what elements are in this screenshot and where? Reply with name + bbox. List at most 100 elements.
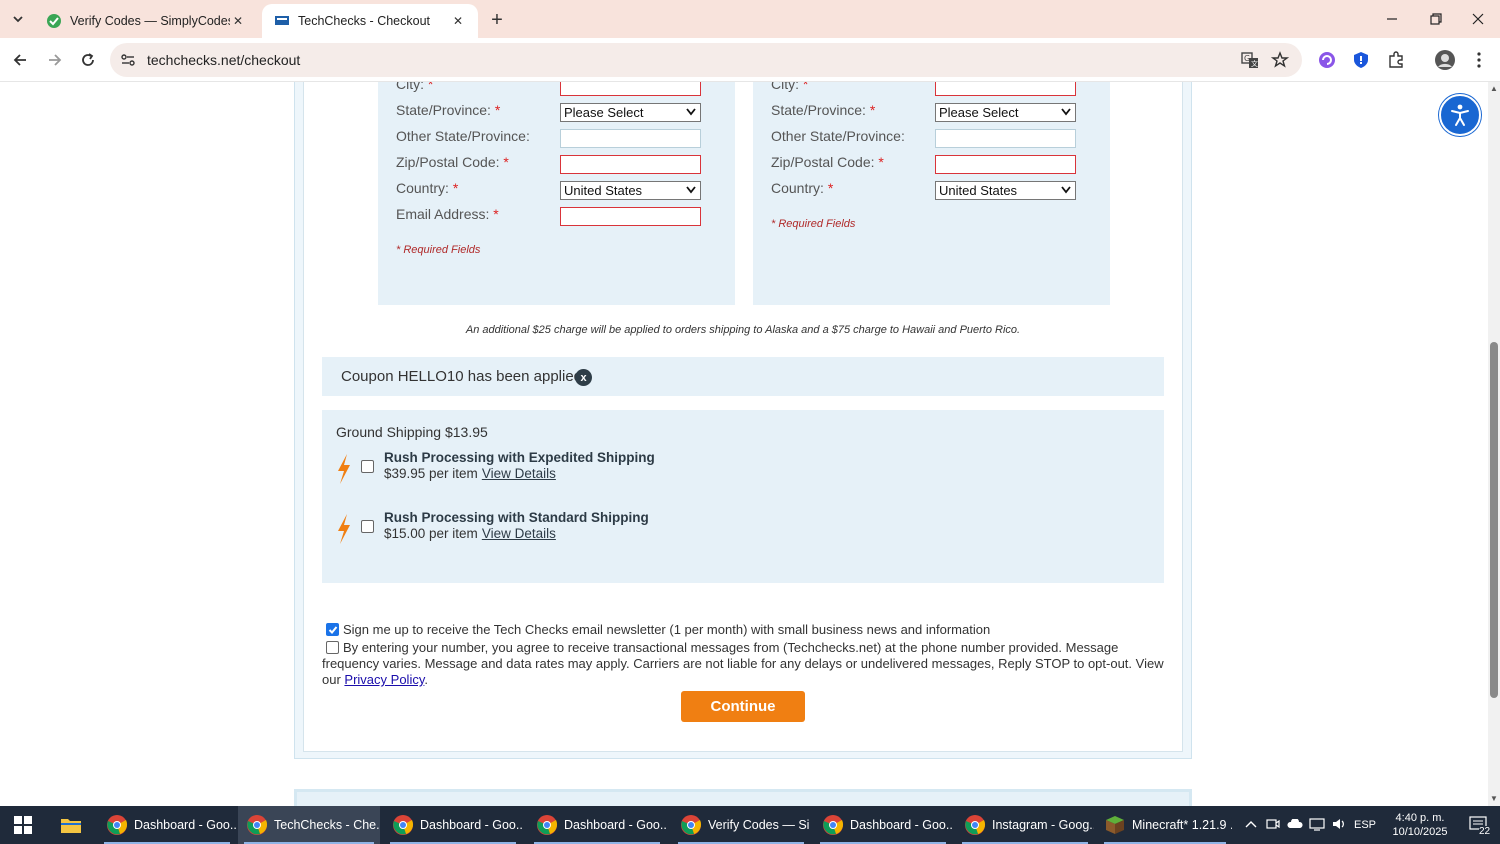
- taskbar-item-label: Dashboard - Goo...: [850, 818, 952, 832]
- taskbar-item-instagram[interactable]: Instagram - Goog...: [956, 806, 1094, 844]
- shipping-surcharge-note: An additional $25 charge will be applied…: [465, 324, 1021, 336]
- state-select[interactable]: Please Select: [560, 103, 701, 122]
- taskbar-item-dashboard-4[interactable]: Dashboard - Goo...: [814, 806, 952, 844]
- zip-input[interactable]: [560, 155, 701, 174]
- coupon-text: Coupon HELLO10 has been applied: [341, 368, 583, 385]
- other-state-input[interactable]: [935, 129, 1076, 148]
- chrome-icon: [823, 815, 844, 835]
- select-value: Please Select: [564, 105, 644, 120]
- site-settings-icon[interactable]: [120, 52, 136, 71]
- new-tab-button[interactable]: +: [484, 8, 510, 32]
- view-details-link[interactable]: View Details: [482, 466, 556, 481]
- reload-button[interactable]: [74, 46, 102, 74]
- privacy-policy-link[interactable]: Privacy Policy: [344, 672, 424, 687]
- city-input[interactable]: [560, 82, 701, 96]
- taskbar-item-verify-codes[interactable]: Verify Codes — Si...: [672, 806, 810, 844]
- country-select[interactable]: United States: [935, 181, 1076, 200]
- restore-button[interactable]: [1414, 0, 1458, 38]
- taskbar-item-minecraft[interactable]: Minecraft* 1.21.9 ...: [1098, 806, 1232, 844]
- zip-label: Zip/Postal Code: *: [771, 154, 884, 170]
- label-text: City:: [771, 82, 799, 92]
- email-input[interactable]: [560, 207, 701, 226]
- network-icon[interactable]: [1306, 817, 1328, 834]
- continue-button[interactable]: Continue: [681, 691, 805, 722]
- scrollbar-thumb[interactable]: [1490, 342, 1498, 698]
- forward-button[interactable]: [41, 46, 69, 74]
- chevron-down-icon: [686, 186, 696, 194]
- label-text: Country:: [771, 180, 824, 196]
- back-button[interactable]: [6, 46, 34, 74]
- taskbar-item-dashboard-3[interactable]: Dashboard - Goo...: [528, 806, 666, 844]
- bookmark-star-icon[interactable]: [1270, 50, 1290, 70]
- volume-icon[interactable]: [1328, 817, 1350, 834]
- other-state-label: Other State/Province:: [396, 128, 530, 144]
- scroll-up-arrow-icon[interactable]: ▲: [1489, 84, 1499, 94]
- extension-purple-icon[interactable]: [1316, 49, 1338, 71]
- chevron-down-icon: [686, 108, 696, 116]
- extensions-puzzle-icon[interactable]: [1385, 49, 1407, 71]
- close-icon[interactable]: ✕: [230, 13, 246, 29]
- extension-shield-icon[interactable]: [1350, 49, 1372, 71]
- svg-text:文: 文: [1251, 59, 1258, 68]
- other-state-input[interactable]: [560, 129, 701, 148]
- required-asterisk: *: [869, 102, 876, 118]
- file-explorer-button[interactable]: [54, 806, 88, 844]
- shipping-address-panel: City: * State/Province: * Please Select …: [753, 82, 1110, 305]
- label-text: Email Address:: [396, 206, 490, 222]
- sms-consent-checkbox[interactable]: [326, 641, 339, 654]
- profile-avatar[interactable]: [1434, 49, 1456, 71]
- close-icon[interactable]: ✕: [450, 13, 466, 29]
- state-select[interactable]: Please Select: [935, 103, 1076, 122]
- newsletter-checkbox[interactable]: [326, 623, 339, 636]
- other-state-label: Other State/Province:: [771, 128, 905, 144]
- rush-standard-checkbox[interactable]: [361, 520, 374, 533]
- meet-now-icon[interactable]: [1262, 817, 1284, 834]
- city-input[interactable]: [935, 82, 1076, 96]
- chevron-up-icon[interactable]: [1240, 819, 1262, 831]
- accessibility-button[interactable]: [1439, 94, 1481, 136]
- taskbar-item-label: Minecraft* 1.21.9 ...: [1132, 818, 1232, 832]
- label-text: Zip/Postal Code:: [771, 154, 875, 170]
- required-asterisk: *: [493, 206, 499, 222]
- chrome-icon: [393, 815, 414, 835]
- taskbar-item-label: Verify Codes — Si...: [708, 818, 810, 832]
- label-text: Zip/Postal Code:: [396, 154, 500, 170]
- price-text: $15.00 per item: [384, 526, 478, 541]
- tab-techchecks[interactable]: TechChecks - Checkout ✕: [262, 4, 478, 38]
- taskbar-item-dashboard-1[interactable]: Dashboard - Goo...: [98, 806, 236, 844]
- translate-icon[interactable]: G文: [1240, 50, 1260, 70]
- country-select[interactable]: United States: [560, 181, 701, 200]
- newsletter-text: Sign me up to receive the Tech Checks em…: [343, 622, 991, 637]
- clock[interactable]: 4:40 p. m. 10/10/2025: [1380, 811, 1460, 839]
- rush-expedited-checkbox[interactable]: [361, 460, 374, 473]
- page-scrollbar[interactable]: ▲ ▼: [1488, 82, 1500, 806]
- browser-toolbar: techchecks.net/checkout G文: [0, 38, 1500, 82]
- required-fields-note: * Required Fields: [771, 218, 856, 230]
- tab-simplycodes[interactable]: Verify Codes — SimplyCodes ✕: [34, 4, 258, 38]
- scroll-down-arrow-icon[interactable]: ▼: [1489, 794, 1499, 804]
- label-text: Country:: [396, 180, 449, 196]
- arrow-left-icon: [13, 54, 26, 66]
- start-button[interactable]: [6, 806, 40, 844]
- remove-coupon-button[interactable]: x: [575, 369, 592, 386]
- zip-input[interactable]: [935, 155, 1076, 174]
- notification-count: 22: [1479, 825, 1491, 837]
- minimize-button[interactable]: [1370, 0, 1414, 38]
- windows-taskbar: Dashboard - Goo... TechChecks - Che... D…: [0, 806, 1500, 844]
- ground-shipping-price: Ground Shipping $13.95: [336, 424, 488, 440]
- window-close-button[interactable]: [1456, 0, 1500, 38]
- language-indicator[interactable]: ESP: [1350, 819, 1380, 831]
- browser-menu-icon[interactable]: [1468, 49, 1490, 71]
- taskbar-item-label: Dashboard - Goo...: [564, 818, 666, 832]
- tab-search-button[interactable]: [6, 8, 30, 30]
- notifications-button[interactable]: 22: [1460, 815, 1496, 837]
- address-bar[interactable]: techchecks.net/checkout G文: [110, 43, 1302, 77]
- country-label: Country: *: [771, 180, 833, 196]
- consent-text: By entering your number, you agree to re…: [322, 640, 1164, 687]
- taskbar-item-techchecks[interactable]: TechChecks - Che...: [238, 806, 380, 844]
- view-details-link[interactable]: View Details: [482, 526, 556, 541]
- required-asterisk: *: [503, 154, 509, 170]
- onedrive-cloud-icon[interactable]: [1284, 817, 1306, 832]
- price-text: $39.95 per item: [384, 466, 478, 481]
- taskbar-item-dashboard-2[interactable]: Dashboard - Goo...: [384, 806, 522, 844]
